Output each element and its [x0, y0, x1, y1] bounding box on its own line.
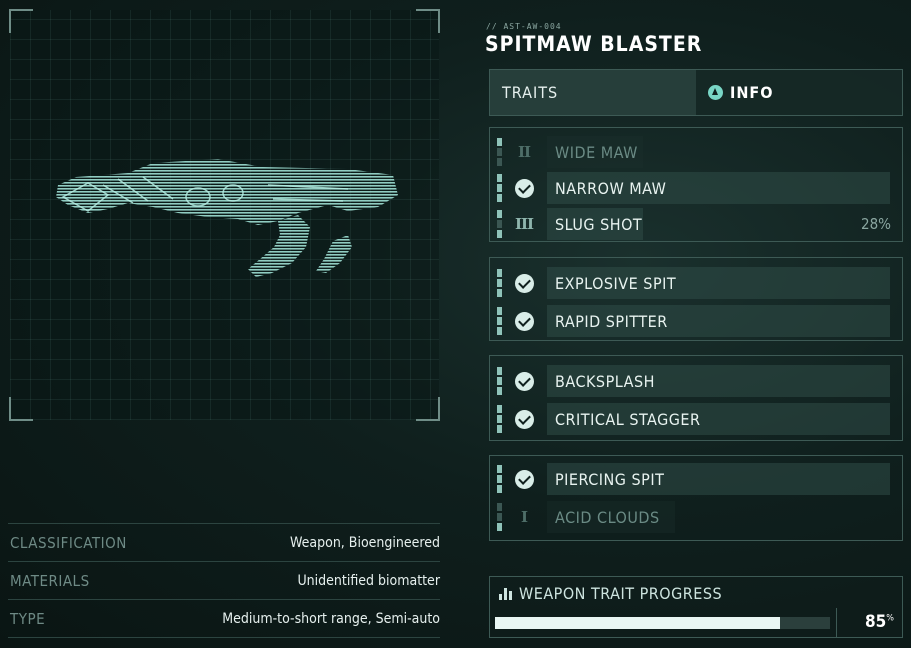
frame-corner: [9, 9, 33, 33]
trait-group: PIERCING SPIT I ACID CLOUDS: [489, 455, 903, 541]
detail-label: TYPE: [10, 609, 46, 628]
progress-percent: 85%: [865, 612, 894, 632]
detail-row-materials: MATERIALS Unidentified biomatter: [8, 561, 440, 599]
roman-three-icon: III: [514, 215, 534, 233]
trait-label: CRITICAL STAGGER: [547, 403, 890, 435]
frame-corner: [9, 397, 33, 421]
progress-bar: [495, 617, 830, 629]
tab-traits-label: TRAITS: [502, 83, 559, 102]
detail-label: MATERIALS: [10, 571, 90, 590]
trait-item[interactable]: EXPLOSIVE SPIT: [497, 267, 893, 299]
trait-item[interactable]: BACKSPLASH: [497, 365, 893, 397]
trait-group: BACKSPLASH CRITICAL STAGGER: [489, 355, 903, 441]
trait-pips: [497, 307, 502, 335]
trait-progress-percent: 28%: [861, 215, 891, 233]
frame-corner: [416, 9, 440, 33]
detail-row-classification: CLASSIFICATION Weapon, Bioengineered: [8, 523, 440, 561]
bar-chart-icon: [499, 587, 512, 600]
trait-label: BACKSPLASH: [547, 365, 890, 397]
trait-group: II WIDE MAW NARROW MAW III SLUG SHOT 28%: [489, 127, 903, 242]
trait-pips: [497, 405, 502, 433]
trait-label: RAPID SPITTER: [547, 305, 890, 337]
roman-two-icon: II: [517, 143, 531, 161]
tab-info[interactable]: INFO: [696, 70, 902, 115]
trait-pips: [497, 465, 502, 493]
trait-label: SLUG SHOT: [547, 208, 643, 240]
tab-bar: TRAITS INFO: [489, 69, 903, 116]
weapon-preview: [9, 9, 440, 421]
trait-item[interactable]: CRITICAL STAGGER: [497, 403, 893, 435]
trait-label: PIERCING SPIT: [547, 463, 890, 495]
progress-title: WEAPON TRAIT PROGRESS: [499, 584, 722, 603]
triangle-button-icon: [708, 85, 723, 100]
trait-item[interactable]: II WIDE MAW: [497, 136, 893, 168]
check-icon: [514, 469, 534, 489]
trait-label: EXPLOSIVE SPIT: [547, 267, 890, 299]
detail-value: Unidentified biomatter: [297, 572, 440, 589]
check-icon: [514, 371, 534, 391]
tab-traits[interactable]: TRAITS: [490, 70, 696, 115]
tab-info-label: INFO: [730, 83, 774, 102]
weapon-hologram: [56, 159, 398, 277]
weapon-details: CLASSIFICATION Weapon, Bioengineered MAT…: [8, 523, 440, 638]
trait-group: EXPLOSIVE SPIT RAPID SPITTER: [489, 257, 903, 341]
detail-value: Medium-to-short range, Semi-auto: [222, 610, 440, 627]
progress-bar-fill: [495, 617, 780, 629]
detail-label: CLASSIFICATION: [10, 533, 127, 552]
trait-pips: [497, 210, 502, 238]
trait-item[interactable]: RAPID SPITTER: [497, 305, 893, 337]
check-icon: [514, 311, 534, 331]
roman-one-icon: I: [520, 508, 528, 526]
divider: [836, 608, 837, 637]
trait-item[interactable]: NARROW MAW: [497, 172, 893, 204]
trait-item[interactable]: PIERCING SPIT: [497, 463, 893, 495]
trait-item[interactable]: I ACID CLOUDS: [497, 501, 893, 533]
check-icon: [514, 409, 534, 429]
trait-item[interactable]: III SLUG SHOT 28%: [497, 208, 893, 240]
trait-pips: [497, 503, 502, 531]
weapon-trait-progress: WEAPON TRAIT PROGRESS 85%: [489, 576, 903, 638]
trait-label: WIDE MAW: [547, 136, 643, 168]
trait-label: NARROW MAW: [547, 172, 890, 204]
check-icon: [514, 273, 534, 293]
detail-row-type: TYPE Medium-to-short range, Semi-auto: [8, 599, 440, 638]
weapon-id: // AST-AW-004: [486, 22, 562, 31]
check-icon: [514, 178, 534, 198]
frame-corner: [416, 397, 440, 421]
trait-pips: [497, 269, 502, 297]
weapon-name: SPITMAW BLASTER: [485, 32, 703, 56]
trait-label: ACID CLOUDS: [547, 501, 675, 533]
trait-pips: [497, 367, 502, 395]
detail-value: Weapon, Bioengineered: [290, 534, 440, 551]
trait-pips: [497, 174, 502, 202]
trait-pips: [497, 138, 502, 166]
progress-title-label: WEAPON TRAIT PROGRESS: [519, 584, 723, 603]
